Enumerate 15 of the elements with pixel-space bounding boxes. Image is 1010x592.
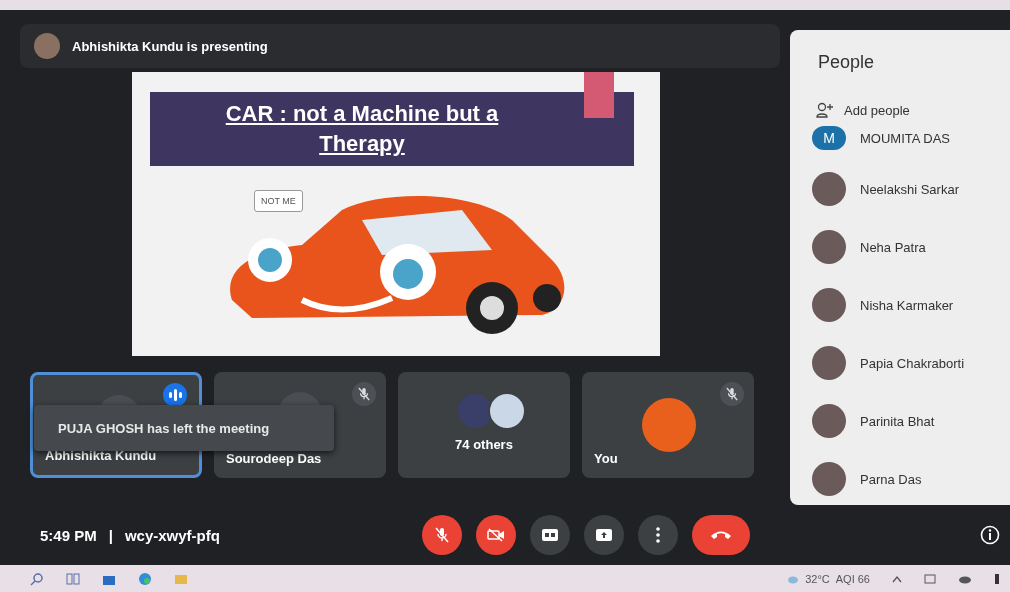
separator: | (108, 526, 113, 544)
notification-toast: PUJA GHOSH has left the meeting (34, 405, 334, 451)
meeting-code: wcy-xwyf-pfq (124, 526, 220, 544)
participant-name: Sourodeep Das (226, 451, 322, 466)
participant-name: 74 others (454, 437, 514, 452)
temperature: 32°C (805, 572, 830, 585)
meeting-time: 5:49 PM (40, 526, 97, 544)
participant-name: Abhishikta Kundu (45, 448, 157, 463)
presenting-label: Abhishikta Kundu is presenting (72, 38, 268, 54)
speech-bubble: NOT ME (254, 190, 303, 212)
avatar-initial: M (812, 126, 846, 150)
slide-title: CAR : not a Machine but a Therapy (224, 100, 500, 158)
participant-name: You (594, 451, 618, 466)
panel-title: People (817, 51, 876, 74)
air-quality: AQI 66 (835, 572, 870, 585)
